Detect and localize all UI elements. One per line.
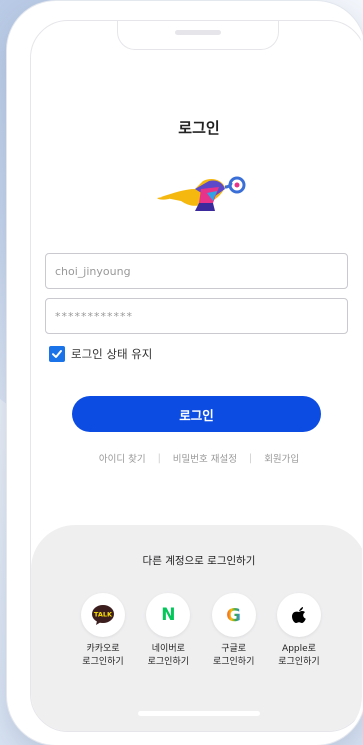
signup-link[interactable]: 회원가입 bbox=[264, 451, 299, 465]
link-separator: | bbox=[157, 452, 161, 464]
google-login-label: 구글로 로그인하기 bbox=[212, 644, 255, 667]
keep-login-row[interactable]: 로그인 상태 유지 bbox=[49, 346, 152, 362]
screen: 로그인 로그인 상태 유지 로그인 아이디 찾기 | bbox=[30, 20, 362, 732]
notch bbox=[117, 21, 279, 50]
google-circle[interactable]: G bbox=[211, 593, 256, 637]
home-indicator bbox=[138, 711, 260, 716]
lamp-logo-icon bbox=[157, 176, 246, 211]
link-separator: | bbox=[248, 452, 253, 464]
phone-frame: 로그인 로그인 상태 유지 로그인 아이디 찾기 | bbox=[10, 4, 362, 742]
kakao-icon-text: TALK bbox=[94, 611, 113, 619]
naver-login-label: 네이버로 로그인하기 bbox=[147, 644, 190, 667]
reset-password-link[interactable]: 비밀번호 재설정 bbox=[173, 451, 237, 465]
naver-circle[interactable]: N bbox=[146, 593, 191, 637]
find-id-link[interactable]: 아이디 찾기 bbox=[99, 451, 146, 465]
password-input[interactable] bbox=[45, 298, 348, 334]
page-title: 로그인 bbox=[178, 119, 220, 137]
naver-login-button[interactable]: N 네이버로 로그인하기 bbox=[136, 593, 200, 669]
check-icon bbox=[52, 350, 62, 358]
login-button[interactable]: 로그인 bbox=[72, 396, 321, 432]
apple-login-button[interactable]: Apple로 로그인하기 bbox=[267, 593, 331, 669]
kakao-login-label: 카카오로 로그인하기 bbox=[82, 644, 124, 667]
kakao-login-button[interactable]: TALK 카카오로 로그인하기 bbox=[71, 593, 135, 669]
id-input[interactable] bbox=[45, 253, 348, 289]
alternate-login-title: 다른 계정으로 로그인하기 bbox=[142, 555, 256, 567]
apple-circle[interactable] bbox=[276, 593, 321, 637]
kakao-talk-icon: TALK bbox=[92, 605, 114, 625]
alternate-login-panel: 다른 계정으로 로그인하기 TALK 카카오로 로그인하기 N 네이버로 로그인… bbox=[31, 525, 362, 731]
google-login-button[interactable]: G 구글로 로그인하기 bbox=[202, 593, 266, 669]
account-links: 아이디 찾기 | 비밀번호 재설정 | 회원가입 bbox=[31, 451, 362, 466]
social-login-list: TALK 카카오로 로그인하기 N 네이버로 로그인하기 G 구글로 로그인하기 bbox=[71, 593, 331, 669]
speaker-bar bbox=[175, 30, 221, 35]
apple-login-label: Apple로 로그인하기 bbox=[278, 644, 320, 667]
naver-icon: N bbox=[161, 605, 176, 625]
keep-login-checkbox[interactable] bbox=[49, 346, 65, 362]
keep-login-label: 로그인 상태 유지 bbox=[71, 347, 153, 361]
kakao-circle[interactable]: TALK bbox=[81, 593, 125, 637]
apple-icon bbox=[291, 607, 306, 623]
google-icon: G bbox=[226, 604, 242, 626]
